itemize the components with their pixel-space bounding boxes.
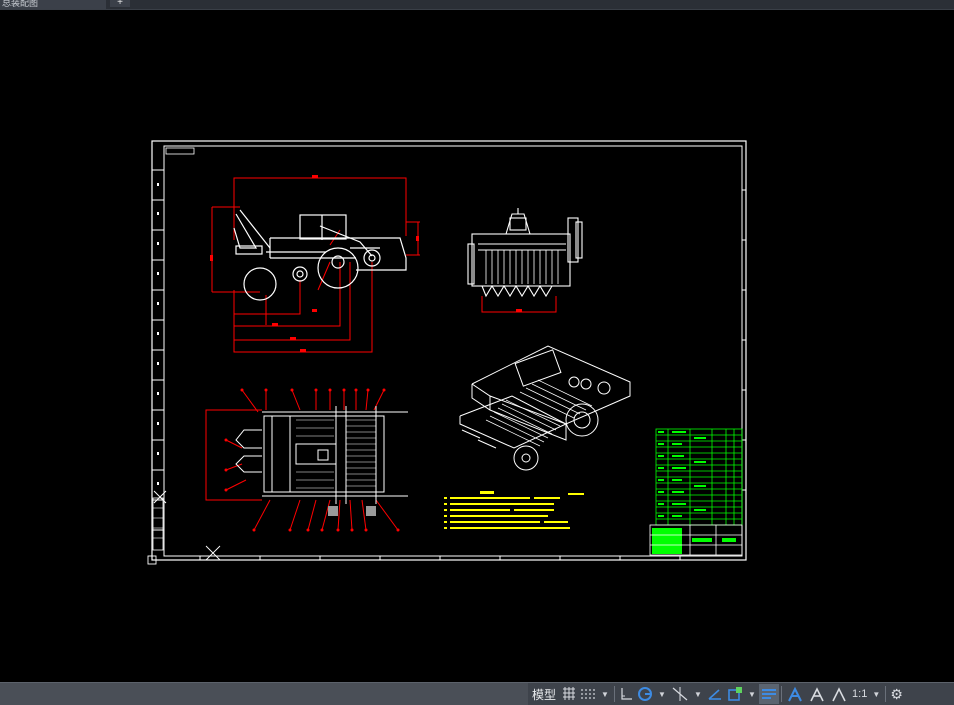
dynamic-ucs-icon[interactable] xyxy=(705,684,725,704)
top-view xyxy=(205,388,408,532)
chevron-down-icon[interactable]: ▼ xyxy=(745,684,759,704)
grid-icon[interactable] xyxy=(560,684,578,704)
model-space-button[interactable]: 模型 xyxy=(528,684,560,704)
ortho-icon[interactable] xyxy=(617,684,635,704)
technical-notes xyxy=(444,491,584,529)
object-snap-icon[interactable] xyxy=(725,684,745,704)
inner-frame xyxy=(163,145,743,557)
lineweight-icon[interactable] xyxy=(759,684,780,704)
model-space xyxy=(147,140,747,565)
drawing-canvas[interactable] xyxy=(0,10,954,682)
new-tab-button[interactable]: + xyxy=(110,0,130,8)
highlight-block xyxy=(328,506,338,516)
front-view xyxy=(467,208,583,298)
settings-gear-icon[interactable]: ⚙ xyxy=(888,684,905,704)
chevron-down-icon[interactable]: ▼ xyxy=(691,684,705,704)
chevron-down-icon[interactable]: ▼ xyxy=(655,684,669,704)
document-tab-bar: 总装配图 + xyxy=(0,0,954,10)
cursor-crosshair xyxy=(205,545,221,561)
annotation-scale-value[interactable]: 1:1 xyxy=(850,684,869,704)
annotation-scale-icon[interactable] xyxy=(784,684,806,704)
parts-list-text xyxy=(652,431,706,554)
plus-icon: + xyxy=(117,0,123,8)
chevron-down-icon[interactable]: ▼ xyxy=(869,684,883,704)
side-view xyxy=(210,175,420,353)
polar-tracking-icon[interactable] xyxy=(635,684,655,704)
chevron-down-icon[interactable]: ▼ xyxy=(598,684,612,704)
sheet-border xyxy=(151,140,747,561)
isometric-view xyxy=(459,345,631,471)
status-tools: 模型 ▼ ▼ ▼ ▼ 1:1 ▼ ⚙ xyxy=(528,683,954,705)
snap-icon[interactable] xyxy=(578,684,598,704)
status-bar: 模型 ▼ ▼ ▼ ▼ 1:1 ▼ ⚙ xyxy=(0,682,954,705)
autoscale-icon[interactable] xyxy=(828,684,850,704)
zone-ticks-left xyxy=(152,169,164,531)
isodraft-icon[interactable] xyxy=(669,684,691,704)
annotation-visibility-icon[interactable] xyxy=(806,684,828,704)
drawing-tab[interactable]: 总装配图 xyxy=(0,0,106,9)
